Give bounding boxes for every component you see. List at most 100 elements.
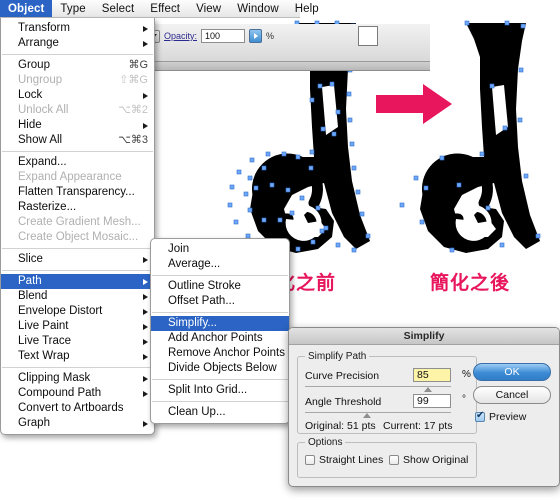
menubar-item-type[interactable]: Type	[52, 0, 93, 17]
object-menu-separator	[2, 54, 153, 55]
object-menu-item-label: Ungroup	[18, 74, 63, 86]
path-menu-item-add-anchor-points[interactable]: Add Anchor Points	[151, 331, 289, 346]
object-menu-item-label: Group	[18, 59, 50, 71]
path-menu-item-label: Remove Anchor Points	[168, 347, 285, 359]
ok-button[interactable]: OK	[473, 363, 551, 381]
path-menu-item-clean-up[interactable]: Clean Up...	[151, 405, 289, 420]
show-original-checkbox[interactable]	[389, 455, 399, 465]
object-menu-item-label: Graph	[18, 417, 50, 429]
menubar-item-help[interactable]: Help	[287, 0, 327, 17]
object-menu-separator	[2, 151, 153, 152]
dialog-title: Simplify	[403, 330, 445, 342]
opacity-popup-button[interactable]	[249, 29, 263, 43]
simplify-path-group-title: Simplify Path	[305, 351, 370, 362]
object-menu-item-transform[interactable]: Transform	[1, 21, 154, 36]
path-menu-item-label: Offset Path...	[168, 295, 235, 307]
object-menu-item-label: Convert to Artboards	[18, 402, 124, 414]
object-menu-item-unlock-all: Unlock All ⌥⌘2	[1, 103, 154, 118]
object-menu-item-blend[interactable]: Blend	[1, 289, 154, 304]
chevron-right-icon	[143, 323, 148, 330]
straight-lines-checkbox[interactable]	[305, 455, 315, 465]
preview-label: Preview	[489, 411, 527, 423]
object-menu-item-ungroup: Ungroup ⇧⌘G	[1, 73, 154, 88]
menubar-item-select[interactable]: Select	[94, 0, 143, 17]
path-menu-item-outline-stroke[interactable]: Outline Stroke	[151, 279, 289, 294]
object-menu-item-convert-to-artboards[interactable]: Convert to Artboards	[1, 401, 154, 416]
object-menu-item-expand[interactable]: Expand...	[1, 155, 154, 170]
chevron-right-icon	[143, 338, 148, 345]
object-menu-item-label: Envelope Distort	[18, 305, 103, 317]
path-submenu-dropdown: Join Average... Outline Stroke Offset Path.…	[150, 238, 290, 424]
object-menu-separator	[2, 367, 153, 368]
object-menu-item-live-trace[interactable]: Live Trace	[1, 334, 154, 349]
object-menu-item-label: Path	[18, 275, 42, 287]
object-menu-item-clipping-mask[interactable]: Clipping Mask	[1, 371, 154, 386]
object-menu-item-slice[interactable]: Slice	[1, 252, 154, 267]
chevron-right-icon	[143, 278, 148, 285]
path-menu-item-average[interactable]: Average...	[151, 257, 289, 272]
object-menu-item-graph[interactable]: Graph	[1, 416, 154, 431]
object-menu-item-label: Lock	[18, 89, 43, 101]
cancel-button[interactable]: Cancel	[473, 386, 551, 404]
curve-precision-unit: %	[462, 369, 471, 380]
angle-threshold-input[interactable]: 99	[413, 394, 451, 408]
path-menu-item-simplify[interactable]: Simplify...	[151, 316, 289, 331]
object-menu-item-rasterize[interactable]: Rasterize...	[1, 200, 154, 215]
menubar-item-effect[interactable]: Effect	[142, 0, 188, 17]
object-menu-item-envelope-distort[interactable]: Envelope Distort	[1, 304, 154, 319]
preview-checkbox-row[interactable]: Preview	[475, 410, 527, 423]
object-menu-item-label: Rasterize...	[18, 201, 77, 213]
dialog-titlebar: Simplify	[289, 328, 559, 345]
object-menu-item-label: Flatten Transparency...	[18, 186, 135, 198]
object-menu-separator	[2, 248, 153, 249]
object-menu-item-shortcut: ⌘G	[128, 59, 148, 71]
curve-precision-row: Curve Precision	[305, 370, 379, 382]
object-menu-item-compound-path[interactable]: Compound Path	[1, 386, 154, 401]
path-menu-item-remove-anchor-points[interactable]: Remove Anchor Points	[151, 346, 289, 361]
object-menu-item-label: Arrange	[18, 37, 59, 49]
object-menu-item-label: Expand...	[18, 156, 67, 168]
transparency-swatch[interactable]	[358, 26, 378, 46]
opacity-input[interactable]: 100	[201, 29, 246, 43]
object-menu-item-label: Create Gradient Mesh...	[18, 216, 141, 228]
transform-arrow-icon	[376, 84, 452, 124]
object-menu-item-label: Live Trace	[18, 335, 72, 347]
menu-bar: Object Type Select Effect View Window Help	[0, 0, 319, 18]
object-menu-item-label: Blend	[18, 290, 48, 302]
path-menu-item-split-into-grid[interactable]: Split Into Grid...	[151, 383, 289, 398]
show-original-checkbox-row[interactable]: Show Original	[389, 454, 468, 466]
object-menu-item-text-wrap[interactable]: Text Wrap	[1, 349, 154, 364]
menubar-item-object[interactable]: Object	[0, 0, 53, 17]
object-menu-item-lock[interactable]: Lock	[1, 88, 154, 103]
object-menu-item-label: Transform	[18, 22, 70, 34]
object-menu-item-path[interactable]: Path	[1, 274, 154, 289]
preview-checkbox[interactable]	[475, 410, 485, 422]
straight-lines-checkbox-row[interactable]: Straight Lines	[305, 454, 383, 466]
object-menu-item-group[interactable]: Group ⌘G	[1, 58, 154, 73]
object-menu-item-shortcut: ⇧⌘G	[119, 74, 148, 86]
object-menu-item-hide[interactable]: Hide	[1, 118, 154, 133]
object-menu-item-label: Compound Path	[18, 387, 102, 399]
opacity-label[interactable]: Opacity:	[164, 31, 197, 41]
chevron-right-icon	[143, 375, 148, 382]
angle-threshold-slider-track[interactable]	[305, 412, 451, 413]
curve-precision-slider-thumb[interactable]	[424, 387, 432, 392]
path-menu-item-join[interactable]: Join	[151, 242, 289, 257]
object-menu-item-show-all[interactable]: Show All ⌥⌘3	[1, 133, 154, 148]
menubar-item-view[interactable]: View	[188, 0, 229, 17]
angle-threshold-slider-thumb[interactable]	[363, 413, 371, 418]
path-menu-item-divide-objects-below[interactable]: Divide Objects Below	[151, 361, 289, 376]
path-menu-item-label: Outline Stroke	[168, 280, 241, 292]
path-menu-item-offset-path[interactable]: Offset Path...	[151, 294, 289, 309]
object-menu-item-label: Text Wrap	[18, 350, 70, 362]
object-menu-item-label: Clipping Mask	[18, 372, 91, 384]
object-menu-item-arrange[interactable]: Arrange	[1, 36, 154, 51]
options-group-title: Options	[305, 437, 346, 448]
object-menu-item-flatten-transparency[interactable]: Flatten Transparency...	[1, 185, 154, 200]
curve-precision-input[interactable]: 85	[413, 368, 451, 382]
object-menu-item-create-object-mosaic: Create Object Mosaic...	[1, 230, 154, 245]
object-menu-separator	[2, 270, 153, 271]
object-menu-item-live-paint[interactable]: Live Paint	[1, 319, 154, 334]
menubar-item-window[interactable]: Window	[229, 0, 287, 17]
angle-threshold-unit: °	[462, 394, 466, 405]
